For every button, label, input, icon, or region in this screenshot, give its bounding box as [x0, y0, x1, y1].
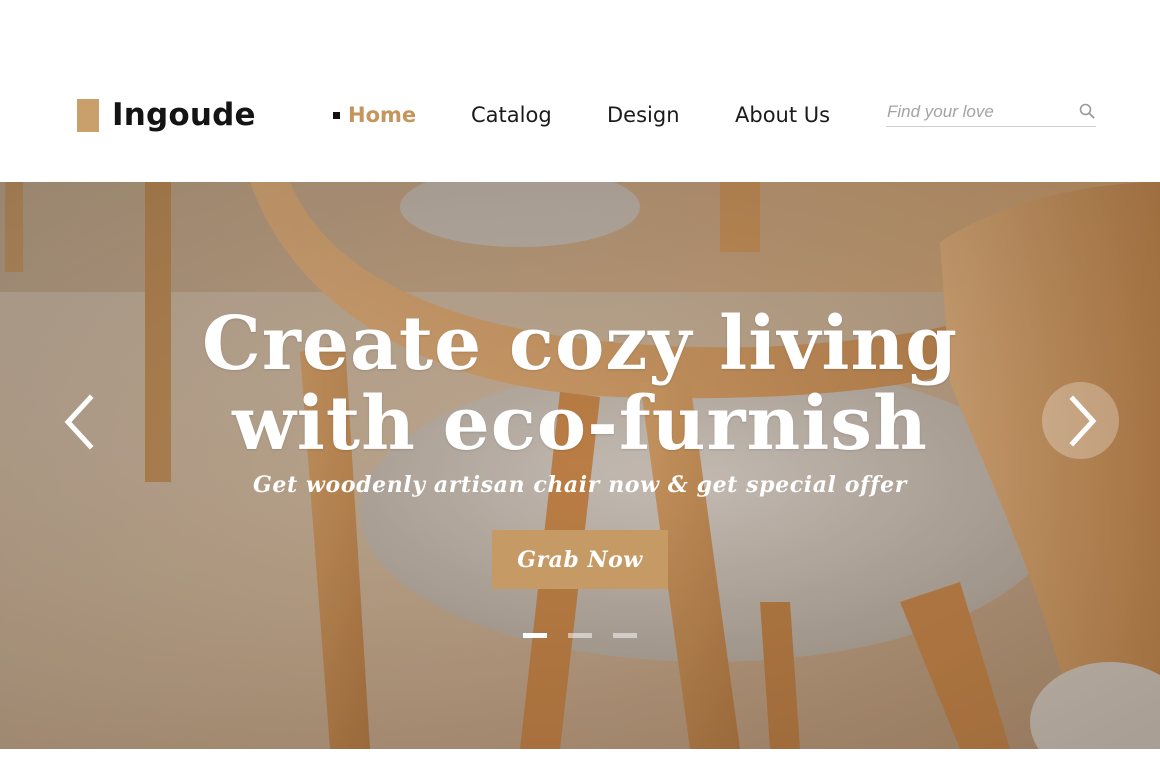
- chevron-left-icon: [64, 394, 94, 450]
- active-bullet-icon: [333, 111, 340, 119]
- site-header: Ingoude Home Catalog Design About Us: [0, 0, 1160, 182]
- carousel-dot-2[interactable]: [568, 633, 592, 638]
- nav-item-design[interactable]: Design: [607, 100, 680, 130]
- carousel-dot-1[interactable]: [523, 633, 547, 638]
- carousel-indicators: [523, 633, 658, 639]
- carousel-next-button[interactable]: [1042, 382, 1119, 459]
- hero-content: Create cozy living with eco-furnish Get …: [0, 182, 1160, 749]
- grab-now-button[interactable]: Grab Now: [492, 530, 668, 589]
- nav-item-label: About Us: [735, 103, 831, 127]
- search-bar: [886, 98, 1096, 127]
- chevron-right-icon: [1068, 394, 1096, 447]
- nav-item-label: Design: [607, 103, 680, 127]
- nav-item-home[interactable]: Home: [333, 100, 416, 130]
- carousel-prev-button[interactable]: [58, 392, 102, 452]
- carousel-dot-3[interactable]: [613, 633, 637, 638]
- hero-subtitle: Get woodenly artisan chair now & get spe…: [253, 472, 907, 498]
- hero-title-line-2: with eco-furnish: [232, 381, 928, 467]
- hero-title: Create cozy living with eco-furnish: [0, 304, 1160, 464]
- hero-title-line-1: Create cozy living: [201, 301, 958, 387]
- nav-item-about-us[interactable]: About Us: [735, 100, 830, 130]
- search-input[interactable]: [886, 99, 1071, 125]
- nav-item-label: Catalog: [471, 103, 552, 127]
- search-icon[interactable]: [1079, 103, 1095, 119]
- hero-banner: Create cozy living with eco-furnish Get …: [0, 182, 1160, 749]
- nav-item-label: Home: [348, 103, 417, 127]
- nav-item-catalog[interactable]: Catalog: [471, 100, 552, 130]
